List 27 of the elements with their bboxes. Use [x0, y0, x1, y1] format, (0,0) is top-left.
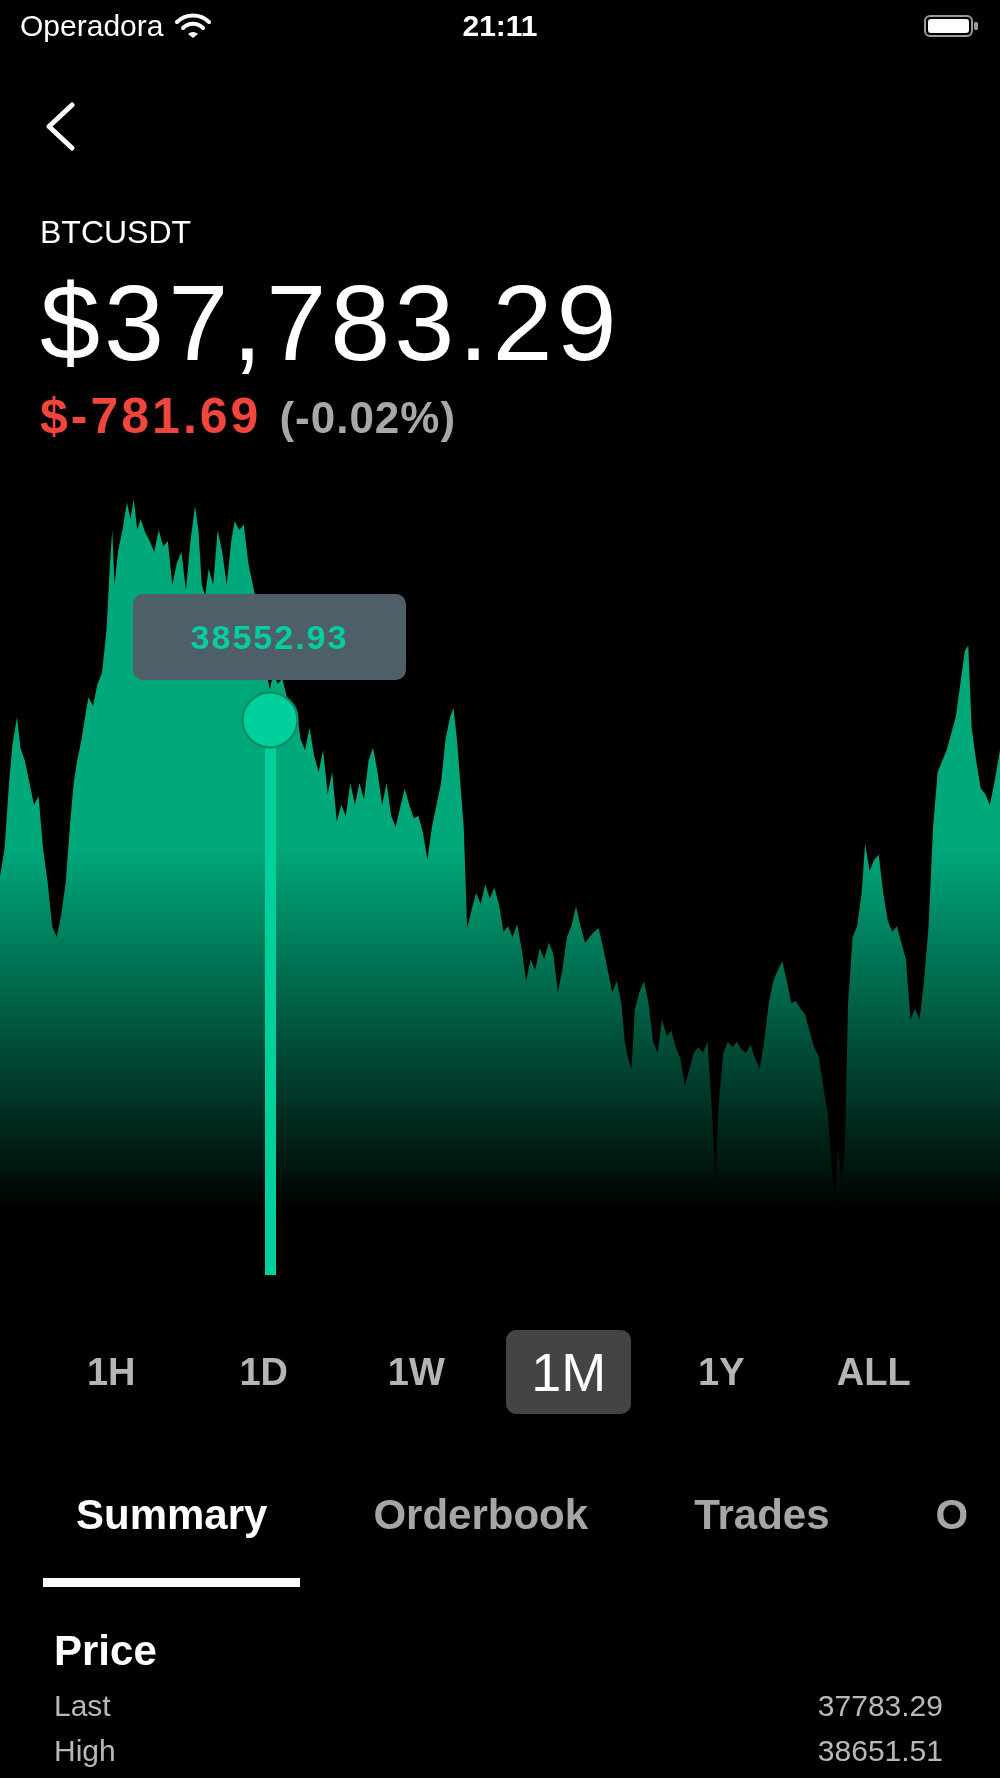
- tab[interactable]: Trades: [661, 1491, 863, 1587]
- range-button[interactable]: 1D: [227, 1330, 301, 1414]
- row-value: 38651.51: [817, 1734, 943, 1768]
- section-heading: Price: [54, 1627, 157, 1675]
- row-value: 37783.29: [817, 1689, 943, 1723]
- status-time: 21:11: [462, 9, 538, 43]
- range-button[interactable]: 1H: [74, 1330, 148, 1414]
- percent-change: (-0.02%): [279, 396, 457, 440]
- price-tooltip: 38552.93: [133, 594, 406, 680]
- row-label: High: [54, 1734, 116, 1768]
- tab[interactable]: O: [902, 1491, 1000, 1587]
- back-button[interactable]: [45, 102, 75, 151]
- range-button[interactable]: 1M: [506, 1330, 632, 1414]
- tab[interactable]: Orderbook: [340, 1491, 622, 1587]
- range-button[interactable]: 1Y: [686, 1330, 757, 1414]
- price-change: $-781.69: [40, 391, 262, 441]
- carrier-name: Operadora: [20, 9, 164, 43]
- chart-marker-icon: [241, 691, 299, 749]
- range-button[interactable]: 1W: [375, 1330, 457, 1414]
- battery-icon: [924, 15, 978, 37]
- wifi-icon: [175, 13, 212, 39]
- symbol-label: BTCUSDT: [40, 214, 192, 251]
- tab[interactable]: Summary: [43, 1491, 301, 1587]
- row-label: Last: [54, 1689, 111, 1723]
- range-button[interactable]: ALL: [824, 1330, 923, 1414]
- chevron-left-icon: [45, 102, 75, 151]
- price-value: $37,783.29: [40, 269, 621, 377]
